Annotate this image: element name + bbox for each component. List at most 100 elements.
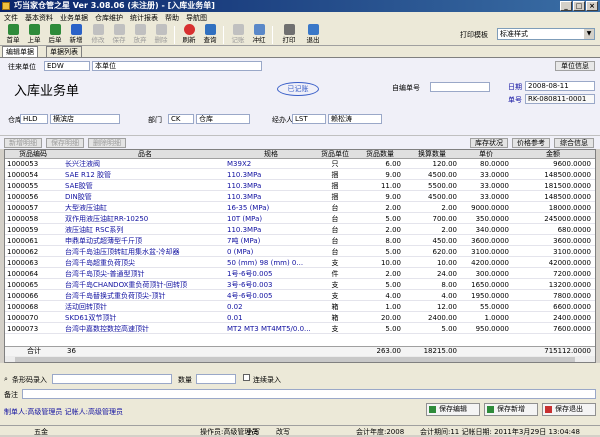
- menu-file[interactable]: 文件: [4, 13, 18, 23]
- table-row[interactable]: 1000056 DIN胶管 110.3MPa 捆 9.00 4500.00 33.0000 1…: [5, 193, 595, 202]
- prev-button[interactable]: 上单: [24, 24, 44, 45]
- table-row[interactable]: 1000073 台湾中嘉数控数控高速顶针 MT2 MT3 MT4MT5/0.0...…: [5, 325, 595, 334]
- dept-code-field[interactable]: CK: [168, 114, 194, 124]
- print-button[interactable]: 打印: [277, 24, 301, 45]
- cell-conv-qty: 10.00: [436, 259, 457, 267]
- refresh-icon: [183, 24, 195, 35]
- table-row[interactable]: 1000062 台湾千岛油压顶转缸用集水盆-冷却器 0 (MPa) 台 5.00 620.…: [5, 248, 595, 257]
- cell-qty: 1.00: [385, 303, 401, 311]
- unit-info-button[interactable]: 单位信息: [555, 61, 595, 71]
- supplier-code-field[interactable]: EDW: [44, 61, 90, 71]
- tab-doc-list[interactable]: 单据列表: [46, 46, 82, 57]
- menu-help[interactable]: 帮助: [165, 13, 179, 23]
- edit-button[interactable]: 修改: [88, 24, 108, 45]
- qty-input[interactable]: [196, 374, 236, 384]
- cell-spec: 4号-6号0.005: [227, 292, 273, 300]
- barcode-input[interactable]: [52, 374, 172, 384]
- table-row[interactable]: 1000063 台湾千岛超重负荷顶尖 50 (mm) 98 (mm) 0... 支 10…: [5, 259, 595, 268]
- minimize-button[interactable]: _: [560, 1, 572, 11]
- table-row[interactable]: 1000059 液压油缸 RSC系列 110.3MPa 台 2.00 2.00 340.00…: [5, 226, 595, 235]
- table-row[interactable]: 1000068 活动回转顶针 0.02 箱 1.00 12.00 55.0000 6600.0…: [5, 303, 595, 312]
- table-row[interactable]: 1000064 台湾千岛顶尖-普通型顶针 1号-6号0.005 件 2.00 24.00 3…: [5, 270, 595, 279]
- save-add-button[interactable]: 保存新增: [484, 403, 538, 416]
- summary-info-button[interactable]: 综合信息: [554, 138, 594, 148]
- table-row[interactable]: 1000058 双作用液压油缸RR-10250 10T (MPa) 台 5.00 700.…: [5, 215, 595, 224]
- cell-unit: 支: [331, 259, 339, 267]
- price-reference-button[interactable]: 价格参考: [512, 138, 550, 148]
- save-button[interactable]: 保存: [109, 24, 129, 45]
- cell-name: 台湾中嘉数控数控高速顶针: [65, 325, 149, 333]
- print-template-select[interactable]: 标准样式 ▼: [497, 28, 595, 40]
- window-title: 巧当家仓管之星 Ver 3.08.06 (未注册) - [入库业务单]: [14, 1, 215, 10]
- remark-input[interactable]: [22, 389, 596, 399]
- warehouse-name-field[interactable]: 横滨店: [50, 114, 120, 124]
- menu-warehouse[interactable]: 仓库维护: [95, 13, 123, 23]
- table-row[interactable]: 1000066 台湾千岛替换式重负荷顶尖-顶针 4号-6号0.005 支 4.00 4.0…: [5, 292, 595, 301]
- refresh-button[interactable]: 刷新: [179, 24, 199, 45]
- col-header-amount[interactable]: 金额: [513, 150, 593, 159]
- delete-button[interactable]: 删除: [151, 24, 171, 45]
- col-header-qty[interactable]: 货品数量: [357, 150, 403, 159]
- table-row[interactable]: 1000061 申鼎单动式超薄型千斤顶 7吨 (MPa) 台 8.00 450.00 360…: [5, 237, 595, 246]
- handler-label: 经办人: [272, 116, 293, 124]
- menu-reports[interactable]: 统计报表: [130, 13, 158, 23]
- doc-no-field: RK-080811-0001: [525, 94, 595, 104]
- col-header-price[interactable]: 单价: [461, 150, 511, 159]
- grid-horizontal-scrollbar[interactable]: [5, 356, 595, 362]
- table-row[interactable]: 1000070 SKD61双节顶针 0.01 箱 20.00 2400.00 1.0000 2…: [5, 314, 595, 323]
- own-no-label: 自编单号: [392, 84, 420, 92]
- table-row[interactable]: 1000054 SAE R12 胶管 110.3MPa 捆 9.00 4500.00 33.…: [5, 171, 595, 180]
- warehouse-code-field[interactable]: HLD: [20, 114, 48, 124]
- col-header-code[interactable]: 货品编码: [7, 150, 59, 159]
- maximize-button[interactable]: □: [573, 1, 585, 11]
- cell-qty: 10.00: [380, 259, 401, 267]
- menu-basic-data[interactable]: 基本资料: [25, 13, 53, 23]
- table-row[interactable]: 1000053 长兴注液阀 M39X2 只 6.00 120.00 80.0000 9600.…: [5, 160, 595, 169]
- cell-spec: 3号-6号0.003: [227, 281, 273, 289]
- col-header-name[interactable]: 品名: [65, 150, 225, 159]
- menu-business-docs[interactable]: 业务单据: [60, 13, 88, 23]
- table-row[interactable]: 1000057 大型液压油缸 16-35 (MPa) 台 2.00 2.00 9000.00…: [5, 204, 595, 213]
- save-edit-button[interactable]: 保存编辑: [426, 403, 480, 416]
- post-button[interactable]: 记账: [228, 24, 248, 45]
- first-button[interactable]: 首单: [3, 24, 23, 45]
- save-detail-button[interactable]: 保存明细: [46, 138, 84, 148]
- tab-edit-doc[interactable]: 编辑单据: [2, 46, 38, 57]
- menu-navigator[interactable]: 导航图: [186, 13, 207, 23]
- dept-name-field[interactable]: 仓库: [196, 114, 250, 124]
- col-header-conv-qty[interactable]: 换算数量: [405, 150, 459, 159]
- total-label: 合计: [27, 347, 41, 355]
- col-header-unit[interactable]: 货品单位: [315, 150, 355, 159]
- scrollbar-thumb[interactable]: [15, 357, 575, 362]
- own-no-field[interactable]: [430, 82, 490, 92]
- handler-code-field[interactable]: LST: [292, 114, 326, 124]
- cell-code: 1000058: [7, 215, 39, 223]
- query-button[interactable]: 查询: [200, 24, 220, 45]
- cell-amount: 245000.0000: [544, 215, 591, 223]
- save-icon: [113, 24, 125, 35]
- next-button[interactable]: 后单: [45, 24, 65, 45]
- cell-conv-qty: 5.00: [441, 325, 457, 333]
- close-button[interactable]: ×: [586, 1, 598, 11]
- date-field[interactable]: 2008-08-11: [525, 81, 595, 91]
- new-button[interactable]: 新增: [66, 24, 86, 45]
- cell-code: 1000073: [7, 325, 39, 333]
- stock-status-button[interactable]: 库存状况: [470, 138, 508, 148]
- cell-spec: 7吨 (MPa): [227, 237, 261, 245]
- exit-button[interactable]: 退出: [303, 24, 323, 45]
- reverse-button[interactable]: 冲红: [249, 24, 269, 45]
- col-header-spec[interactable]: 规格: [227, 150, 315, 159]
- delete-detail-button[interactable]: 删除明细: [88, 138, 126, 148]
- status-datetime: 会计期间:11 记帐日期: 2011年3月29日 13:04:48: [420, 428, 580, 436]
- supplier-name-field[interactable]: 本单位: [92, 61, 262, 71]
- check-icon: [429, 406, 436, 413]
- cancel-button[interactable]: 放弃: [130, 24, 150, 45]
- grid-header: 货品编码 品名 规格 货品单位 货品数量 换算数量 单价 金额: [5, 150, 595, 159]
- cell-price: 55.0000: [480, 303, 509, 311]
- save-exit-button[interactable]: 保存退出: [542, 403, 596, 416]
- table-row[interactable]: 1000055 SAE胶管 110.3MPa 捆 11.00 5500.00 33.0000…: [5, 182, 595, 191]
- continuous-checkbox[interactable]: [243, 374, 250, 381]
- add-detail-button[interactable]: 新增明细: [4, 138, 42, 148]
- table-row[interactable]: 1000065 台湾千岛CHANDOX重负荷顶针-回转顶 3号-6号0.003 支 5.…: [5, 281, 595, 290]
- handler-name-field[interactable]: 赖松涛: [328, 114, 382, 124]
